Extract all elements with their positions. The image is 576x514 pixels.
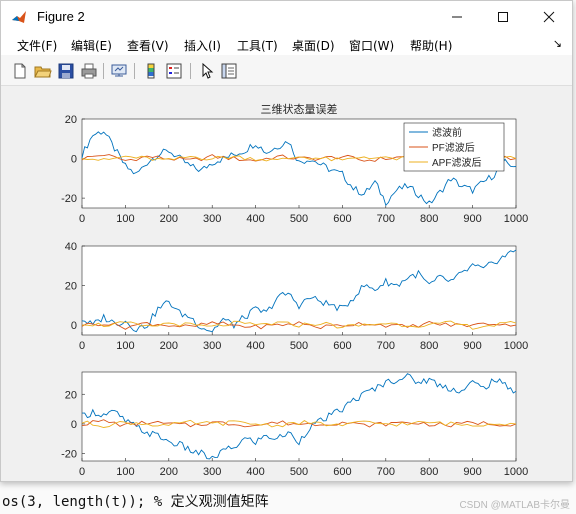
chart-title: 三维状态量误差 bbox=[261, 102, 338, 116]
x-tick-label: 200 bbox=[160, 340, 178, 352]
x-tick-label: 900 bbox=[463, 340, 481, 352]
watermark: CSDN @MATLAB卡尔曼 bbox=[459, 500, 570, 511]
x-tick-label: 100 bbox=[116, 213, 134, 225]
x-tick-label: 700 bbox=[377, 466, 395, 478]
toolbar-separator bbox=[190, 63, 191, 79]
new-figure-icon[interactable] bbox=[11, 62, 29, 80]
x-tick-label: 600 bbox=[333, 340, 351, 352]
property-editor-icon[interactable] bbox=[220, 62, 238, 80]
x-tick-label: 300 bbox=[203, 466, 221, 478]
maximize-icon bbox=[498, 12, 508, 22]
menu-tools[interactable]: 工具(T) bbox=[237, 37, 278, 54]
minimize-button[interactable] bbox=[434, 1, 480, 33]
y-tick-label: 0 bbox=[71, 320, 77, 332]
x-tick-label: 600 bbox=[333, 466, 351, 478]
menu-desktop[interactable]: 桌面(D) bbox=[292, 37, 335, 54]
x-tick-label: 200 bbox=[160, 466, 178, 478]
link-icon[interactable] bbox=[110, 62, 128, 80]
menu-file[interactable]: 文件(F) bbox=[17, 37, 57, 54]
menu-edit[interactable]: 编辑(E) bbox=[71, 37, 112, 54]
toolbar-separator bbox=[134, 63, 135, 79]
x-tick-label: 0 bbox=[79, 466, 85, 478]
x-tick-label: 800 bbox=[420, 466, 438, 478]
window-title: Figure 2 bbox=[37, 9, 85, 24]
x-tick-label: 500 bbox=[290, 213, 308, 225]
menu-view[interactable]: 查看(V) bbox=[127, 37, 169, 54]
legend-label: APF滤波后 bbox=[432, 156, 481, 169]
save-icon[interactable] bbox=[57, 62, 75, 80]
x-tick-label: 1000 bbox=[504, 213, 528, 225]
y-tick-label: 20 bbox=[65, 389, 77, 401]
menu-window[interactable]: 窗口(W) bbox=[349, 37, 394, 54]
x-tick-label: 800 bbox=[420, 213, 438, 225]
y-tick-label: 20 bbox=[65, 114, 77, 126]
x-tick-label: 600 bbox=[333, 213, 351, 225]
x-tick-label: 300 bbox=[203, 340, 221, 352]
x-tick-label: 200 bbox=[160, 213, 178, 225]
axes-3 bbox=[81, 371, 517, 462]
maximize-button[interactable] bbox=[480, 1, 526, 33]
menu-help[interactable]: 帮助(H) bbox=[410, 37, 452, 54]
y-tick-label: -20 bbox=[61, 449, 77, 461]
x-tick-label: 800 bbox=[420, 340, 438, 352]
x-tick-label: 400 bbox=[246, 213, 264, 225]
x-tick-label: 300 bbox=[203, 213, 221, 225]
toolbar bbox=[1, 55, 572, 86]
matlab-icon bbox=[12, 11, 26, 23]
x-tick-label: 1000 bbox=[504, 466, 528, 478]
x-tick-label: 100 bbox=[116, 466, 134, 478]
x-tick-label: 500 bbox=[290, 340, 308, 352]
x-tick-label: 700 bbox=[377, 213, 395, 225]
legend-icon[interactable] bbox=[165, 62, 183, 80]
y-tick-label: 20 bbox=[65, 281, 77, 293]
x-tick-label: 900 bbox=[463, 213, 481, 225]
minimize-icon bbox=[452, 16, 462, 18]
figure-canvas: 0 100 200 300 400 500 600 700 800 900 1000 -20 0 20 三维… bbox=[1, 86, 572, 481]
x-tick-label: 700 bbox=[377, 340, 395, 352]
figure-window: Figure 2 文件(F) 编辑(E) 查看(V) 插入(I) 工具(T) 桌… bbox=[0, 0, 573, 482]
close-button[interactable] bbox=[526, 1, 572, 33]
x-tick-label: 400 bbox=[246, 466, 264, 478]
open-icon[interactable] bbox=[34, 62, 52, 80]
x-tick-label: 500 bbox=[290, 466, 308, 478]
y-tick-label: 0 bbox=[71, 154, 77, 166]
y-tick-label: -20 bbox=[61, 193, 77, 205]
dock-arrow-icon[interactable]: ↘ bbox=[553, 37, 562, 50]
y-tick-label: 0 bbox=[71, 419, 77, 431]
x-tick-label: 0 bbox=[79, 213, 85, 225]
x-tick-label: 1000 bbox=[504, 340, 528, 352]
menu-bar: 文件(F) 编辑(E) 查看(V) 插入(I) 工具(T) 桌面(D) 窗口(W… bbox=[1, 33, 572, 55]
toolbar-separator bbox=[103, 63, 104, 79]
pointer-icon[interactable] bbox=[198, 62, 216, 80]
legend-label: PF滤波后 bbox=[432, 141, 475, 154]
y-tick-label: 40 bbox=[65, 241, 77, 253]
title-bar: Figure 2 bbox=[1, 1, 572, 33]
legend-label: 滤波前 bbox=[432, 126, 462, 139]
print-icon[interactable] bbox=[80, 62, 98, 80]
colorbar-icon[interactable] bbox=[142, 62, 160, 80]
x-tick-label: 100 bbox=[116, 340, 134, 352]
figure-plots: 0 100 200 300 400 500 600 700 800 900 1000-20020三维… bbox=[61, 102, 528, 478]
x-tick-label: 900 bbox=[463, 466, 481, 478]
menu-insert[interactable]: 插入(I) bbox=[184, 37, 221, 54]
close-icon bbox=[543, 11, 555, 23]
x-tick-label: 0 bbox=[79, 340, 85, 352]
x-tick-label: 400 bbox=[246, 340, 264, 352]
